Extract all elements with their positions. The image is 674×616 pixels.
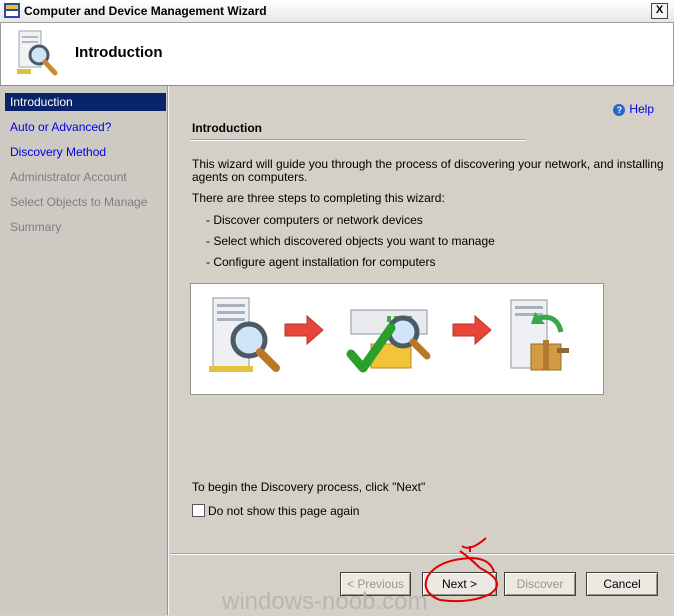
next-button[interactable]: Next > — [422, 572, 497, 596]
wizard-app-icon — [4, 3, 20, 18]
cancel-button[interactable]: Cancel — [586, 572, 658, 596]
button-divider — [170, 553, 674, 555]
watermark: windows-noob.com — [222, 588, 428, 615]
process-diagram — [190, 283, 604, 395]
dont-show-again-checkbox[interactable] — [192, 504, 205, 517]
help-link[interactable]: ? Help — [613, 102, 654, 116]
nav-item-auto-or-advanced[interactable]: Auto or Advanced? — [5, 118, 166, 136]
nav-item-administrator-account: Administrator Account — [10, 170, 127, 184]
discover-button[interactable]: Discover — [504, 572, 576, 596]
nav-item-select-objects: Select Objects to Manage — [10, 195, 148, 209]
title-bar: Computer and Device Management Wizard X — [0, 0, 674, 23]
step-item: - Select which discovered objects you wa… — [206, 234, 495, 248]
begin-instructions: To begin the Discovery process, click "N… — [192, 480, 426, 494]
section-title: Introduction — [192, 121, 262, 135]
nav-item-introduction[interactable]: Introduction — [5, 93, 166, 111]
help-icon: ? — [613, 103, 626, 116]
wizard-nav: Introduction Auto or Advanced? Discovery… — [0, 86, 169, 615]
step-item: - Discover computers or network devices — [206, 213, 423, 227]
step-item: - Configure agent installation for compu… — [206, 255, 436, 269]
nav-item-discovery-method[interactable]: Discovery Method — [5, 143, 166, 161]
wizard-header: Introduction — [0, 23, 674, 86]
discover-computer-icon — [209, 297, 280, 372]
section-divider — [190, 139, 526, 141]
close-button[interactable]: X — [651, 3, 668, 19]
steps-intro: There are three steps to completing this… — [192, 191, 445, 205]
page-title: Introduction — [75, 44, 163, 61]
dont-show-again-label[interactable]: Do not show this page again — [208, 504, 359, 518]
window-title: Computer and Device Management Wizard — [24, 4, 267, 18]
arrow-right-icon — [452, 314, 492, 346]
wizard-content: ? Help Introduction This wizard will guid… — [170, 86, 674, 615]
help-label: Help — [629, 102, 654, 116]
arrow-right-icon — [284, 314, 324, 346]
discovery-magnifier-icon — [17, 30, 58, 76]
agent-install-icon — [510, 299, 569, 371]
intro-text-line2: agents on computers. — [192, 170, 308, 184]
nav-item-summary: Summary — [10, 220, 62, 234]
select-objects-icon — [346, 309, 431, 373]
